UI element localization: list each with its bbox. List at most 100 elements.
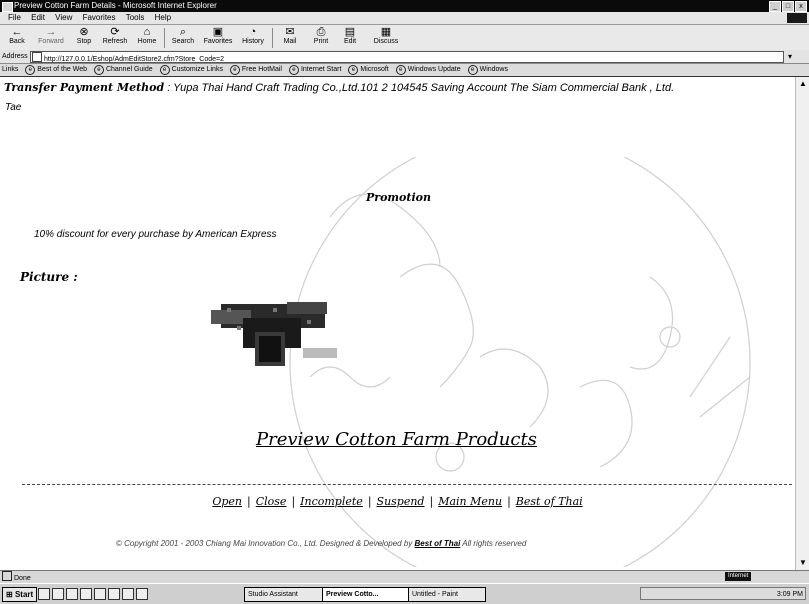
task-studio-assistant[interactable]: Studio Assistant <box>244 587 324 602</box>
start-button[interactable]: ⊞ Start <box>2 587 38 602</box>
footer-best-of-thai-link[interactable]: Best of Thai <box>415 539 461 548</box>
home-icon: ⌂ <box>143 26 151 38</box>
clock: 3:09 PM <box>776 591 803 598</box>
nav-close-link[interactable]: Close <box>256 495 287 508</box>
back-button[interactable]: ← Back <box>4 26 30 45</box>
status-text: Done <box>14 575 31 582</box>
copyright-footer: © Copyright 2001 - 2003 Chiang Mai Innov… <box>116 539 526 548</box>
quick-launch-app-icon[interactable] <box>108 588 120 600</box>
refresh-icon: ⟳ <box>110 26 120 38</box>
print-button[interactable]: ⎙ Print <box>308 26 334 45</box>
picture-label: Picture : <box>20 270 78 284</box>
address-bar: Address http://127.0.0.1/Eshop/AdmEditSt… <box>0 50 809 74</box>
taskbar: ⊞ Start Studio Assistant Preview Cotto..… <box>0 583 809 604</box>
product-picture <box>211 302 337 366</box>
links-label: Links <box>2 66 19 73</box>
link-windows-update[interactable]: Windows Update <box>396 64 461 76</box>
nav-main-menu-link[interactable]: Main Menu <box>438 495 502 508</box>
address-input[interactable]: http://127.0.0.1/Eshop/AdmEditStore2.cfm… <box>30 51 784 63</box>
forward-button[interactable]: → Forward <box>36 26 66 45</box>
home-button[interactable]: ⌂ Home <box>134 26 160 45</box>
done-page-icon <box>2 571 12 581</box>
mail-icon: ✉ <box>285 26 295 38</box>
link-free-hotmail[interactable]: Free HotMail <box>230 64 282 76</box>
preview-products-link[interactable]: Preview Cotton Farm Products <box>256 429 537 450</box>
scroll-up-icon[interactable]: ▲ <box>798 79 808 89</box>
status-bar: Done Internet <box>0 570 809 583</box>
discuss-icon: ▦ <box>380 26 392 38</box>
address-label: Address <box>2 53 28 60</box>
nav-suspend-link[interactable]: Suspend <box>377 495 425 508</box>
quick-launch-ie-icon[interactable] <box>52 588 64 600</box>
quick-launch-app-icon[interactable] <box>122 588 134 600</box>
scroll-down-icon[interactable]: ▼ <box>798 558 808 568</box>
quick-launch-app-icon[interactable] <box>136 588 148 600</box>
nav-separator: | <box>507 495 511 508</box>
link-channel-guide[interactable]: Channel Guide <box>94 64 153 76</box>
page-icon <box>32 52 42 62</box>
toolbar-separator <box>164 28 165 48</box>
discuss-button[interactable]: ▦ Discuss <box>368 26 404 45</box>
quick-launch-desktop-icon[interactable] <box>38 588 50 600</box>
quick-launch-app-icon[interactable] <box>94 588 106 600</box>
divider <box>22 484 792 485</box>
link-customize-links[interactable]: Customize Links <box>160 64 223 76</box>
nav-separator: | <box>291 495 296 508</box>
windows-logo-icon <box>787 13 807 23</box>
menu-view[interactable]: View <box>55 12 72 24</box>
menu-bar: File Edit View Favorites Tools Help <box>0 12 809 25</box>
quick-launch-outlook-icon[interactable] <box>66 588 78 600</box>
transfer-payment-value: : Yupa Thai Hand Craft Trading Co.,Ltd.1… <box>167 82 675 94</box>
task-preview-cotton[interactable]: Preview Cotto... <box>322 587 410 602</box>
task-paint[interactable]: Untitled - Paint <box>408 587 486 602</box>
refresh-button[interactable]: ⟳ Refresh <box>100 26 130 45</box>
forward-arrow-icon: → <box>45 26 57 38</box>
maximize-button[interactable]: □ <box>782 1 794 12</box>
nav-separator: | <box>247 495 251 508</box>
system-tray: 3:09 PM <box>640 587 806 600</box>
quick-launch <box>38 588 148 600</box>
link-internet-start[interactable]: Internet Start <box>289 64 341 76</box>
page-content: Transfer Payment Method : Yupa Thai Hand… <box>0 77 795 570</box>
favorites-icon: ▣ <box>212 26 224 38</box>
menu-edit[interactable]: Edit <box>31 12 45 24</box>
link-microsoft[interactable]: Microsoft <box>348 64 388 76</box>
stop-icon: ⊗ <box>79 26 89 38</box>
back-arrow-icon: ← <box>11 26 23 38</box>
promotion-text: 10% discount for every purchase by Ameri… <box>34 229 277 240</box>
nav-separator: | <box>367 495 372 508</box>
nav-links: Open | Close | Incomplete | Suspend | Main Menu |… <box>0 495 795 508</box>
close-button[interactable]: x <box>795 1 807 12</box>
vertical-scrollbar[interactable]: ▲ ▼ <box>795 77 809 570</box>
transfer-payment-row: Transfer Payment Method : Yupa Thai Hand… <box>4 81 795 94</box>
nav-separator: | <box>429 495 434 508</box>
link-windows[interactable]: Windows <box>468 64 508 76</box>
mail-button[interactable]: ✉ Mail <box>276 26 304 45</box>
promotion-title: Promotion <box>366 191 431 204</box>
quick-launch-channels-icon[interactable] <box>80 588 92 600</box>
window-title: Preview Cotton Farm Details - Microsoft … <box>14 1 217 10</box>
link-best-of-the-web[interactable]: Best of the Web <box>25 64 87 76</box>
edit-icon: ▤ <box>344 26 356 38</box>
nav-best-of-thai-link[interactable]: Best of Thai <box>516 495 583 508</box>
minimize-button[interactable]: _ <box>769 1 781 12</box>
print-icon: ⎙ <box>316 26 326 38</box>
menu-file[interactable]: File <box>8 12 21 24</box>
transfer-payment-label: Transfer Payment Method <box>4 81 165 94</box>
search-button[interactable]: ⌕ Search <box>168 26 198 45</box>
stop-button[interactable]: ⊗ Stop <box>72 26 96 45</box>
edit-button[interactable]: ▤ Edit <box>338 26 362 45</box>
security-zone: Internet <box>725 572 752 581</box>
menu-help[interactable]: Help <box>155 12 171 24</box>
menu-tools[interactable]: Tools <box>126 12 145 24</box>
tae-text: Tae <box>5 102 22 113</box>
history-button[interactable]: ◔ History <box>238 26 268 45</box>
search-icon: ⌕ <box>179 26 187 38</box>
footer-text: © Copyright 2001 - 2003 Chiang Mai Innov… <box>116 539 413 548</box>
nav-open-link[interactable]: Open <box>212 495 242 508</box>
links-bar: Links Best of the Web Channel Guide Cust… <box>0 64 809 77</box>
favorites-button[interactable]: ▣ Favorites <box>200 26 236 45</box>
window-titlebar: Preview Cotton Farm Details - Microsoft … <box>0 0 809 12</box>
nav-incomplete-link[interactable]: Incomplete <box>300 495 363 508</box>
menu-favorites[interactable]: Favorites <box>83 12 116 24</box>
